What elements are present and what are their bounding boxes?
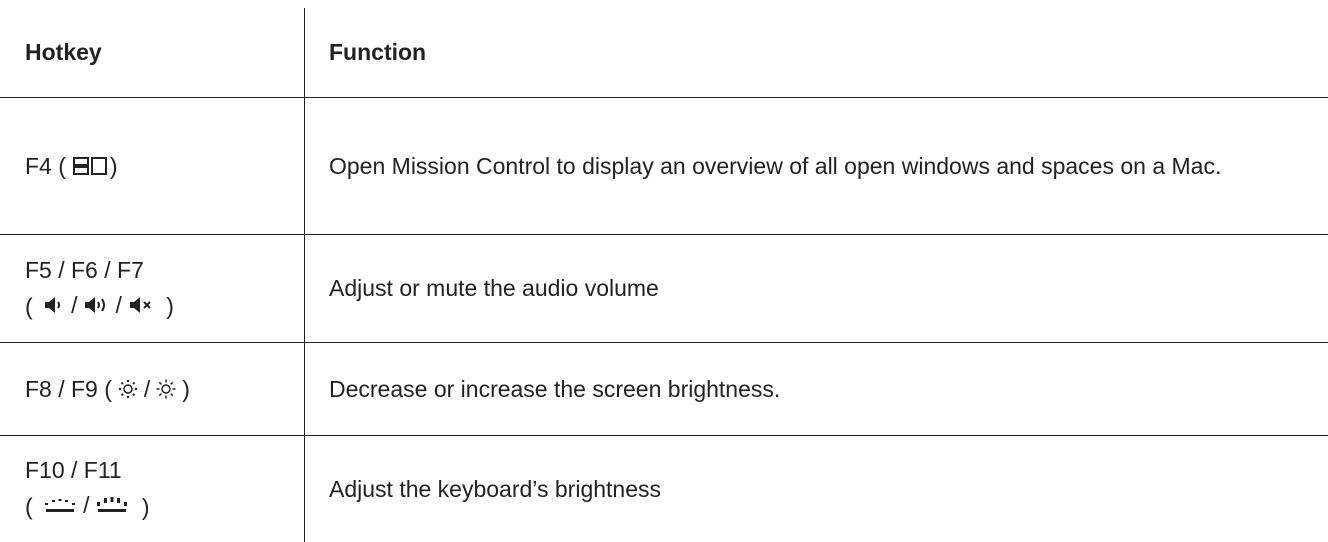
separator: /	[83, 492, 90, 519]
hotkey-label-close: )	[182, 375, 190, 402]
hotkey-label: F4 (	[25, 152, 66, 179]
hotkey-label: F5 / F6 / F7	[25, 256, 144, 283]
table-row: F4 ( )	[25, 98, 295, 234]
function-text: Decrease or increase the screen brightne…	[329, 375, 781, 402]
separator: /	[71, 291, 78, 318]
volume-down-icon	[45, 297, 61, 314]
function-text: Adjust or mute the audio volume	[329, 275, 659, 301]
column-divider	[304, 8, 305, 542]
function-text: Adjust the keyboard’s brightness	[329, 475, 661, 502]
separator: /	[143, 375, 151, 402]
paren-close: )	[141, 493, 150, 520]
separator: /	[115, 291, 122, 318]
volume-up-icon	[85, 297, 106, 314]
table-row: F8 / F9 ( /)	[25, 343, 295, 435]
hotkey-label-close: )	[109, 152, 118, 179]
header-function: Function	[329, 39, 427, 65]
mission-control-icon	[72, 157, 107, 175]
function-text: Open Mission Control to display an overv…	[329, 153, 1222, 179]
hotkey-table: Hotkey Function F4 ( ) Open Mission Cont…	[0, 0, 1328, 542]
brightness-up-icon	[156, 379, 176, 399]
keyboard-backlight-up-icon	[97, 496, 128, 512]
keyboard-backlight-down-icon	[45, 498, 76, 512]
header-hotkey: Hotkey	[25, 39, 102, 65]
volume-mute-icon	[129, 297, 151, 314]
paren-close: )	[166, 293, 174, 320]
table-row: F5 / F6 / F7 ( / /)	[25, 235, 295, 342]
brightness-down-icon	[118, 379, 138, 399]
hotkey-label: F8 / F9 (	[25, 375, 112, 402]
hotkey-label: F10 / F11	[25, 457, 122, 484]
table-row: F10 / F11 ( /)	[25, 436, 295, 542]
paren-open: (	[25, 293, 33, 320]
paren-open: (	[25, 493, 33, 520]
